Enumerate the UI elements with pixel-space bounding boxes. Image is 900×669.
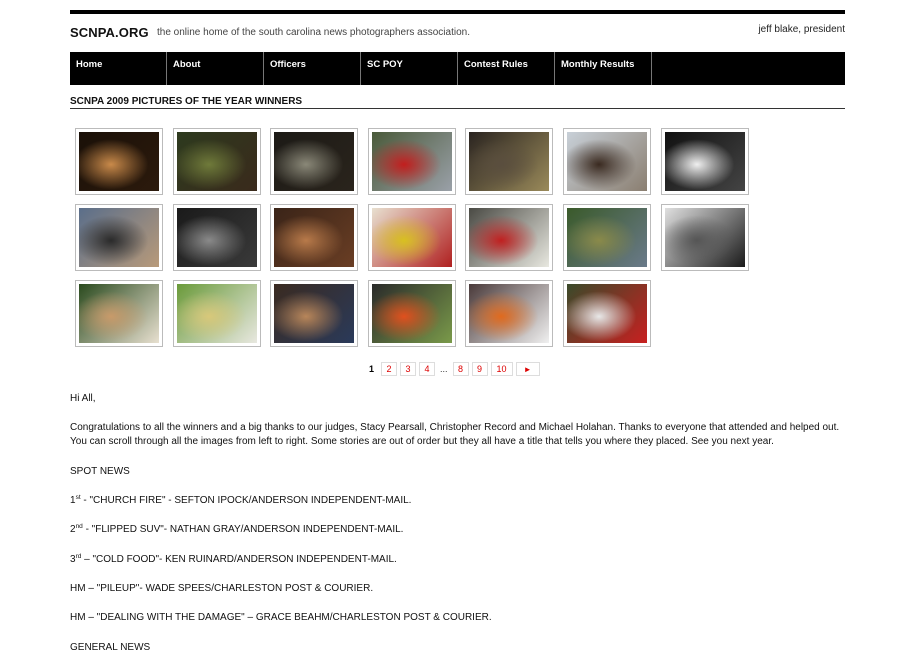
award-entry: 1st - "CHURCH FIRE" - SEFTON IPOCK/ANDER… <box>70 494 411 508</box>
award-text: – "COLD FOOD"- KEN RUINARD/ANDERSON INDE… <box>81 554 397 565</box>
gallery-thumbnail[interactable] <box>75 280 163 347</box>
nav-item-home[interactable]: Home <box>70 52 167 85</box>
nav-item-empty <box>652 52 749 85</box>
thumbnail-image <box>372 284 452 343</box>
nav-item-officers[interactable]: Officers <box>264 52 361 85</box>
top-rule <box>70 10 845 14</box>
thumbnail-image <box>177 132 257 191</box>
page-link[interactable]: 10 <box>490 362 513 376</box>
nav-item-contest-rules[interactable]: Contest Rules <box>458 52 555 85</box>
gallery-thumbnail[interactable] <box>270 128 358 195</box>
thumbnail-image <box>665 132 745 191</box>
president-credit: jeff blake, president <box>758 24 845 35</box>
award-place: HM <box>70 583 86 594</box>
thumbnail-image <box>372 132 452 191</box>
thumbnail-image <box>567 132 647 191</box>
nav-item-about[interactable]: About <box>167 52 264 85</box>
gallery-thumbnail[interactable] <box>75 204 163 271</box>
award-text: – "PILEUP"- WADE SPEES/CHARLESTON POST &… <box>85 583 374 594</box>
section-heading: GENERAL NEWS <box>70 642 151 653</box>
page-ellipsis: ... <box>440 364 448 374</box>
gallery-thumbnail[interactable] <box>270 280 358 347</box>
gallery-thumbnail[interactable] <box>465 128 553 195</box>
gallery-thumbnail[interactable] <box>173 204 261 271</box>
award-entry: 2nd - "FLIPPED SUV"- NATHAN GRAY/ANDERSO… <box>70 523 403 537</box>
award-entry: 3rd – "COLD FOOD"- KEN RUINARD/ANDERSON … <box>70 553 397 567</box>
thumbnail-image <box>274 208 354 267</box>
thumbnail-image <box>79 208 159 267</box>
next-page-arrow-icon[interactable]: ► <box>515 362 540 376</box>
page-link[interactable]: 9 <box>471 362 488 376</box>
gallery-thumbnail[interactable] <box>368 128 456 195</box>
site-tagline: the online home of the south carolina ne… <box>157 27 470 38</box>
page-link[interactable]: 2 <box>381 362 398 376</box>
thumbnail-image <box>79 132 159 191</box>
thumbnail-image <box>372 208 452 267</box>
thumbnail-image <box>567 208 647 267</box>
gallery-thumbnail[interactable] <box>368 204 456 271</box>
gallery-thumbnail[interactable] <box>661 204 749 271</box>
intro-paragraph: Congratulations to all the winners and a… <box>70 422 840 447</box>
main-nav: Home About Officers SC POY Contest Rules… <box>70 52 845 85</box>
title-divider <box>70 108 845 109</box>
thumbnail-image <box>79 284 159 343</box>
page-current: 1 <box>369 364 375 374</box>
award-place: HM <box>70 612 86 623</box>
site-logo[interactable]: SCNPA.ORG <box>70 25 149 40</box>
thumbnail-image <box>177 208 257 267</box>
award-entry: HM – "DEALING WITH THE DAMAGE" – GRACE B… <box>70 611 492 625</box>
page-title: SCNPA 2009 PICTURES OF THE YEAR WINNERS <box>70 96 303 107</box>
thumbnail-image <box>469 284 549 343</box>
award-place-suffix: nd <box>75 523 83 530</box>
award-text: – "DEALING WITH THE DAMAGE" – GRACE BEAH… <box>85 612 492 623</box>
gallery-thumbnail[interactable] <box>563 128 651 195</box>
thumbnail-image <box>274 284 354 343</box>
gallery-thumbnail[interactable] <box>661 128 749 195</box>
gallery-thumbnail[interactable] <box>173 128 261 195</box>
thumbnail-image <box>665 208 745 267</box>
gallery-thumbnail[interactable] <box>465 280 553 347</box>
gallery-thumbnail[interactable] <box>368 280 456 347</box>
thumbnail-image <box>567 284 647 343</box>
nav-item-monthly-results[interactable]: Monthly Results <box>555 52 652 85</box>
award-text: - "FLIPPED SUV"- NATHAN GRAY/ANDERSON IN… <box>82 524 404 535</box>
award-text: - "CHURCH FIRE" - SEFTON IPOCK/ANDERSON … <box>80 495 412 506</box>
greeting: Hi All, <box>70 393 96 404</box>
nav-item-sc-poy[interactable]: SC POY <box>361 52 458 85</box>
thumbnail-image <box>177 284 257 343</box>
gallery-thumbnail[interactable] <box>75 128 163 195</box>
section-heading: SPOT NEWS <box>70 466 130 477</box>
gallery-thumbnail[interactable] <box>465 204 553 271</box>
gallery-thumbnail[interactable] <box>270 204 358 271</box>
gallery-pagination: 1 2 3 4 ... 8 9 10 ► <box>367 362 543 376</box>
gallery-thumbnail[interactable] <box>563 204 651 271</box>
thumbnail-image <box>274 132 354 191</box>
page-link[interactable]: 3 <box>400 362 417 376</box>
award-entry: HM – "PILEUP"- WADE SPEES/CHARLESTON POS… <box>70 582 373 596</box>
page-link[interactable]: 4 <box>419 362 436 376</box>
gallery-thumbnail[interactable] <box>173 280 261 347</box>
thumbnail-image <box>469 132 549 191</box>
page-link[interactable]: 8 <box>452 362 469 376</box>
thumbnail-image <box>469 208 549 267</box>
gallery-thumbnail[interactable] <box>563 280 651 347</box>
